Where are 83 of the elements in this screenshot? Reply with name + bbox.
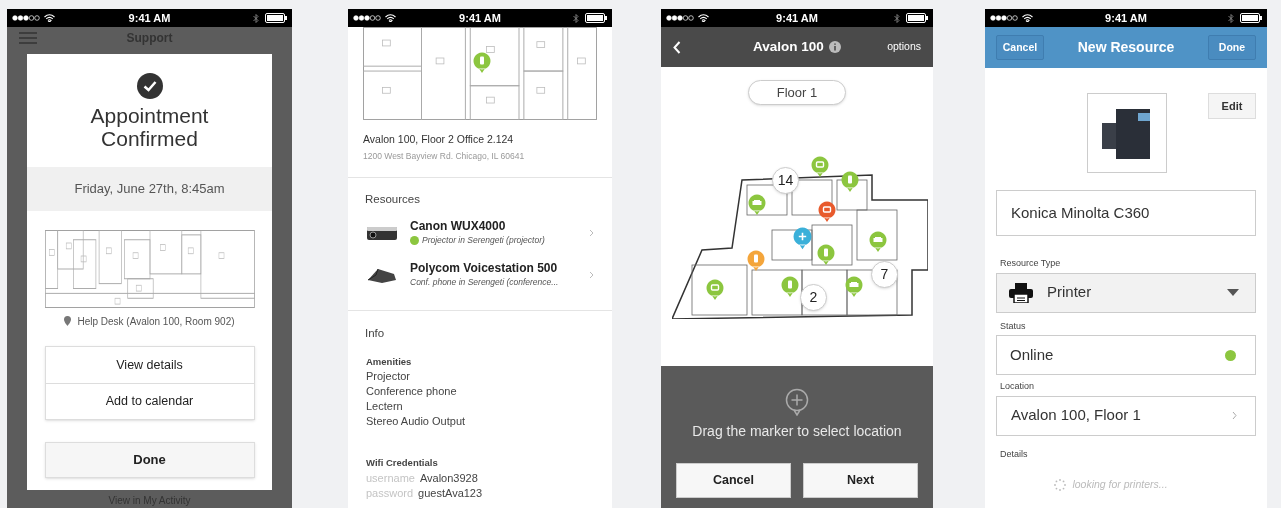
amenity-item: Conference phone xyxy=(366,384,458,400)
signal-icon xyxy=(990,15,1018,21)
section-heading: Resources xyxy=(365,191,421,207)
battery-icon xyxy=(1240,13,1262,23)
done-button[interactable]: Done xyxy=(1208,35,1256,60)
select-value: Printer xyxy=(1047,282,1092,303)
cancel-button[interactable]: Cancel xyxy=(996,35,1044,60)
chevron-icon xyxy=(589,228,594,237)
section-heading: Info xyxy=(365,325,386,341)
field-label: Status xyxy=(1000,319,1027,333)
spinner-icon xyxy=(1054,478,1067,491)
checkmark-icon xyxy=(136,72,163,99)
address-subtitle: 1200 West Bayview Rd. Chicago, IL 60641 xyxy=(363,149,526,163)
resource-name: Polycom Voicestation 500 xyxy=(410,260,559,276)
action-button[interactable]: Cancel xyxy=(676,463,791,498)
location-value: Avalon 100, Floor 1 xyxy=(1011,405,1141,426)
wifi-icon xyxy=(44,14,55,22)
credential-label: password xyxy=(366,485,414,501)
resource-description: Projector in Serengeti (projector) xyxy=(422,233,545,247)
field-label: Details xyxy=(1000,447,1029,461)
battery-icon xyxy=(265,13,287,23)
wifi-icon xyxy=(385,14,396,22)
location-field[interactable]: Avalon 100, Floor 1 xyxy=(996,395,1256,436)
dialog-title: Appointment Confirmed xyxy=(89,103,210,150)
drag-marker-icon[interactable] xyxy=(793,227,812,250)
subheading: Amenities xyxy=(366,355,413,369)
printer-icon xyxy=(1009,282,1033,303)
battery-icon xyxy=(906,13,928,23)
status-time: 9:41 AM xyxy=(1105,12,1147,24)
subheading: Wifi Credentials xyxy=(366,456,439,471)
loading-text: looking for printers... xyxy=(1072,477,1168,492)
amenity-item: Stereo Audio Output xyxy=(366,414,467,430)
amenity-item: Lectern xyxy=(366,399,404,415)
hint-text: Drag the marker to select location xyxy=(692,422,902,441)
battery-icon xyxy=(585,13,607,23)
floor-selector[interactable]: Floor 1 xyxy=(748,80,846,105)
bluetooth-icon xyxy=(894,12,900,24)
signal-icon xyxy=(353,15,381,21)
resource-name: Canon WUX4000 xyxy=(410,218,507,234)
amenity-item: Projector xyxy=(366,369,412,385)
bluetooth-icon xyxy=(1228,12,1234,24)
door-pin-icon xyxy=(473,52,491,74)
options-link[interactable]: options xyxy=(887,39,921,55)
address-line: Avalon 100, Floor 2 Office 2.124 xyxy=(363,132,515,147)
nav-title: Avalon 100 xyxy=(753,37,824,56)
resource-row[interactable]: Canon WUX4000 Projector in Serengeti (projector) xyxy=(348,211,612,254)
wifi-icon xyxy=(698,14,709,22)
info-icon[interactable] xyxy=(828,41,841,53)
name-value: Konica Minolta C360 xyxy=(1011,202,1150,223)
status-field[interactable]: Online xyxy=(996,335,1256,375)
credential-value: Avalon3928 xyxy=(419,470,478,486)
add-marker-icon xyxy=(785,388,809,416)
chevron-icon xyxy=(589,270,594,279)
status-time: 9:41 AM xyxy=(776,12,818,24)
done-button[interactable]: Done xyxy=(44,441,255,478)
signal-icon xyxy=(666,15,694,21)
action-button[interactable]: Add to calendar xyxy=(45,382,254,419)
credential-value: guestAva123 xyxy=(418,485,483,501)
credential-label: username xyxy=(366,470,415,486)
location-text: Help Desk (Avalon 100, Room 902) xyxy=(77,314,235,329)
field-label: Resource Type xyxy=(1000,257,1062,270)
dropdown-caret-icon xyxy=(1227,289,1239,296)
status-value: Online xyxy=(1010,344,1054,365)
resource-description: Conf. phone in Serengeti (conference... xyxy=(410,275,559,289)
status-time: 9:41 AM xyxy=(459,12,501,24)
edit-button[interactable]: Edit xyxy=(1208,93,1256,119)
bluetooth-icon xyxy=(573,12,579,24)
resource-type-select[interactable]: Printer xyxy=(996,272,1256,313)
appointment-datetime: Friday, June 27th, 8:45am xyxy=(74,180,225,199)
status-time: 9:41 AM xyxy=(128,12,171,24)
chevron-icon xyxy=(1232,411,1237,420)
name-field[interactable]: Konica Minolta C360 xyxy=(996,190,1256,236)
action-button[interactable]: View details xyxy=(45,346,254,383)
pin-icon xyxy=(64,316,72,327)
bluetooth-icon xyxy=(253,12,259,24)
wifi-icon xyxy=(1022,14,1033,22)
printer-photo[interactable] xyxy=(1087,93,1167,173)
signal-icon xyxy=(12,15,40,21)
back-icon[interactable] xyxy=(673,40,681,54)
action-button[interactable]: Next xyxy=(803,463,918,498)
nav-title: New Resource xyxy=(1077,38,1175,57)
field-label: Location xyxy=(1000,380,1036,393)
resource-row[interactable]: Polycom Voicestation 500 Conf. phone in Serengeti (conference... xyxy=(348,253,612,296)
